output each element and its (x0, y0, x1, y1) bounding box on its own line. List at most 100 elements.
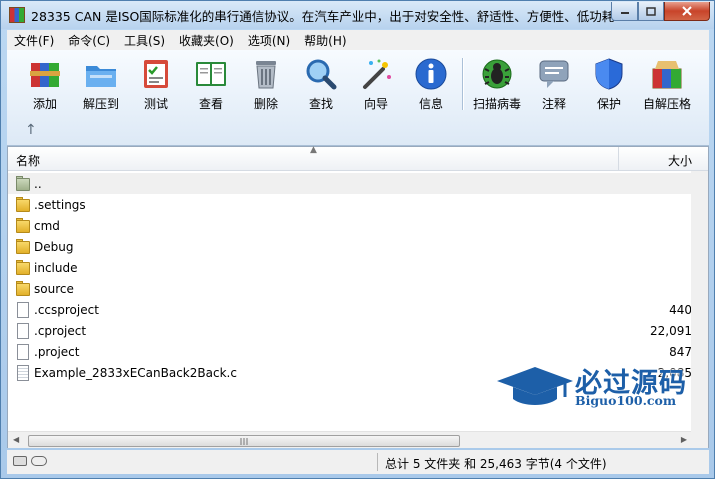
c-source-file-icon (16, 364, 30, 381)
maximize-icon (646, 6, 656, 16)
window-title: 28335 CAN 是ISO国际标准化的串行通信协议。在汽车产业中，出于对安全性… (31, 8, 621, 24)
up-folder-icon (16, 175, 30, 192)
toolbar: 添加 解压到 测试 查看 删除 查找 向导 信息 扫描病毒 注释 保护 自解压格… (7, 50, 709, 146)
table-row[interactable]: source (8, 278, 708, 299)
column-divider[interactable] (618, 147, 619, 171)
file-name: .. (34, 176, 42, 191)
maximize-button[interactable] (638, 2, 664, 21)
menu-file[interactable]: 文件(F) (7, 32, 61, 49)
sfx-button[interactable]: 自解压格 (639, 55, 695, 113)
extract-to-label: 解压到 (82, 97, 119, 111)
wizard-button[interactable]: 向导 (348, 55, 404, 113)
file-name: .cproject (34, 323, 87, 338)
minimize-icon (620, 12, 629, 14)
menu-tools[interactable]: 工具(S) (117, 32, 172, 49)
scroll-left-icon[interactable]: ◀ (13, 435, 19, 444)
folder-icon (16, 196, 30, 213)
comment-label: 注释 (541, 97, 566, 111)
file-icon (16, 343, 30, 360)
table-row[interactable]: .. (8, 173, 708, 194)
table-row[interactable]: .project 847 (8, 341, 708, 362)
horizontal-scrollbar[interactable]: ◀ ▶ (8, 431, 691, 448)
protect-button[interactable]: 保护 (581, 55, 637, 113)
file-name: Debug (34, 239, 74, 254)
info-label: 信息 (418, 97, 443, 111)
table-row[interactable]: .cproject 22,091 (8, 320, 708, 341)
file-name: Example_2833xECanBack2Back.c (34, 365, 237, 380)
winrar-app-icon (9, 7, 25, 23)
find-button[interactable]: 查找 (293, 55, 349, 113)
scroll-right-icon[interactable]: ▶ (681, 435, 687, 444)
close-button[interactable] (664, 2, 710, 21)
up-folder-arrow-icon[interactable]: ↑ (25, 122, 37, 138)
column-header-size[interactable]: 大小 (668, 152, 692, 169)
info-button[interactable]: 信息 (403, 55, 459, 113)
virus-scan-icon (480, 57, 514, 91)
wizard-wand-icon (359, 57, 393, 91)
close-icon (682, 6, 692, 16)
status-icons (13, 456, 47, 466)
sfx-box-icon (650, 57, 684, 91)
wizard-label: 向导 (363, 97, 388, 111)
status-bar: 总计 5 文件夹 和 25,463 字节(4 个文件) (7, 450, 709, 474)
table-row[interactable]: Example_2833xECanBack2Back.c 2,085 (8, 362, 708, 383)
add-archive-icon (28, 57, 62, 91)
find-label: 查找 (308, 97, 333, 111)
column-header-name[interactable]: 名称 (16, 152, 40, 169)
table-row[interactable]: cmd (8, 215, 708, 236)
sort-caret-icon: ▲ (310, 145, 317, 155)
delete-button[interactable]: 删除 (238, 55, 294, 113)
horizontal-scroll-thumb[interactable] (28, 435, 460, 447)
file-name: .project (34, 344, 80, 359)
menu-command[interactable]: 命令(C) (61, 32, 117, 49)
menu-favorites[interactable]: 收藏夹(O) (172, 32, 241, 49)
menu-bar: 文件(F) 命令(C) 工具(S) 收藏夹(O) 选项(N) 帮助(H) (7, 30, 709, 50)
file-name: .ccsproject (34, 302, 99, 317)
list-header: ▲ 名称 大小 (8, 145, 708, 171)
table-row[interactable]: Debug (8, 236, 708, 257)
virus-scan-button[interactable]: 扫描病毒 (469, 55, 525, 113)
drive-icon[interactable] (13, 456, 27, 466)
trash-icon (249, 57, 283, 91)
extract-to-button[interactable]: 解压到 (73, 55, 129, 113)
menu-help[interactable]: 帮助(H) (297, 32, 353, 49)
test-checklist-icon (139, 57, 173, 91)
table-row[interactable]: include (8, 257, 708, 278)
test-button[interactable]: 测试 (128, 55, 184, 113)
comment-icon (537, 57, 571, 91)
file-size: 2,085 (657, 365, 692, 380)
file-size: 22,091 (650, 323, 692, 338)
comment-button[interactable]: 注释 (526, 55, 582, 113)
file-name: cmd (34, 218, 60, 233)
view-label: 查看 (198, 97, 223, 111)
grip-icon (240, 437, 248, 445)
key-icon[interactable] (31, 456, 47, 466)
file-size: 847 (669, 344, 692, 359)
window-controls (611, 2, 710, 21)
table-row[interactable]: .ccsproject 440 (8, 299, 708, 320)
table-row[interactable]: .settings (8, 194, 708, 215)
file-size: 440 (669, 302, 692, 317)
file-list: ▲ 名称 大小 .. .settings cmd Debug include s… (7, 145, 709, 448)
vertical-scrollbar[interactable] (691, 171, 708, 431)
file-icon (16, 301, 30, 318)
folder-icon (16, 280, 30, 297)
file-name: include (34, 260, 78, 275)
magnifier-icon (304, 57, 338, 91)
view-button[interactable]: 查看 (183, 55, 239, 113)
status-divider (377, 453, 378, 471)
file-name: .settings (34, 197, 86, 212)
delete-label: 删除 (253, 97, 278, 111)
shield-icon (592, 57, 626, 91)
virus-scan-label: 扫描病毒 (472, 97, 521, 111)
minimize-button[interactable] (611, 2, 638, 21)
folder-icon (16, 238, 30, 255)
menu-options[interactable]: 选项(N) (241, 32, 297, 49)
extract-folder-icon (84, 57, 118, 91)
scrollbar-corner (691, 431, 708, 448)
title-bar[interactable]: 28335 CAN 是ISO国际标准化的串行通信协议。在汽车产业中，出于对安全性… (1, 1, 714, 29)
sfx-label: 自解压格 (642, 97, 691, 111)
folder-icon (16, 259, 30, 276)
add-button[interactable]: 添加 (17, 55, 73, 113)
protect-label: 保护 (596, 97, 621, 111)
